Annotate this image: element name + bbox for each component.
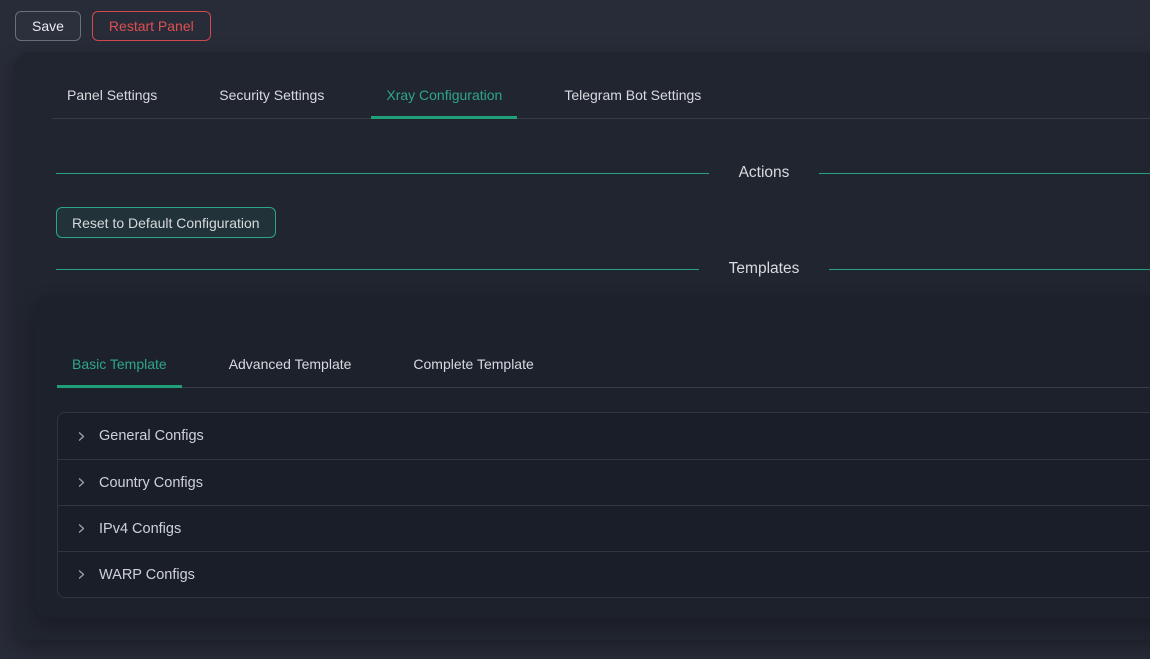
settings-tabs: Panel Settings Security Settings Xray Co…	[52, 52, 1150, 119]
settings-card: Panel Settings Security Settings Xray Co…	[14, 52, 1150, 640]
templates-divider-title: Templates	[729, 260, 800, 278]
collapse-row-label: General Configs	[99, 428, 204, 444]
chevron-right-icon	[75, 476, 88, 489]
collapse-row-label: WARP Configs	[99, 567, 195, 583]
tab-complete-template[interactable]: Complete Template	[398, 341, 548, 387]
config-groups-collapse: General Configs Country Configs IPv4 Con…	[57, 412, 1150, 598]
tab-security-settings[interactable]: Security Settings	[204, 72, 339, 118]
chevron-right-icon	[75, 430, 88, 443]
reset-default-configuration-button[interactable]: Reset to Default Configuration	[56, 207, 276, 238]
templates-card: Basic Template Advanced Template Complet…	[35, 296, 1150, 618]
collapse-row-label: Country Configs	[99, 475, 203, 491]
restart-panel-button[interactable]: Restart Panel	[92, 11, 211, 41]
collapse-row-warp-configs[interactable]: WARP Configs	[58, 551, 1150, 597]
template-tabs: Basic Template Advanced Template Complet…	[57, 296, 1150, 388]
chevron-right-icon	[75, 568, 88, 581]
top-action-bar: Save Restart Panel	[0, 0, 1150, 52]
save-button[interactable]: Save	[15, 11, 81, 41]
tab-basic-template[interactable]: Basic Template	[57, 341, 182, 387]
collapse-row-country-configs[interactable]: Country Configs	[58, 459, 1150, 505]
tab-telegram-bot-settings[interactable]: Telegram Bot Settings	[549, 72, 716, 118]
actions-divider-title: Actions	[739, 164, 790, 182]
tab-advanced-template[interactable]: Advanced Template	[214, 341, 367, 387]
collapse-row-ipv4-configs[interactable]: IPv4 Configs	[58, 505, 1150, 551]
templates-divider: Templates	[56, 258, 1150, 280]
chevron-right-icon	[75, 522, 88, 535]
actions-divider: Actions	[56, 162, 1150, 184]
collapse-row-general-configs[interactable]: General Configs	[58, 413, 1150, 459]
tab-xray-configuration[interactable]: Xray Configuration	[371, 72, 517, 118]
collapse-row-label: IPv4 Configs	[99, 521, 181, 537]
tab-panel-settings[interactable]: Panel Settings	[52, 72, 172, 118]
